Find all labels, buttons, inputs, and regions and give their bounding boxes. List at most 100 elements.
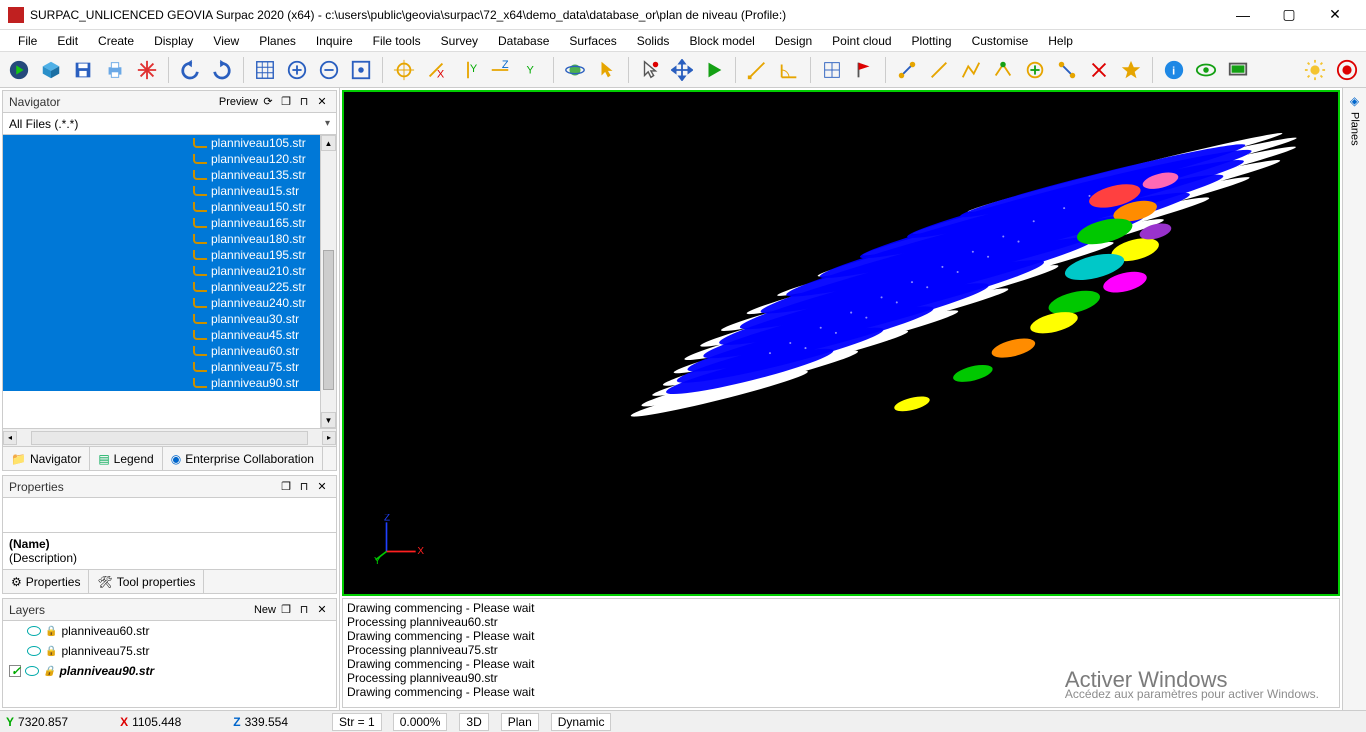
status-3d-button[interactable]: 3D <box>459 713 488 731</box>
tool-connect-icon[interactable] <box>1052 55 1082 85</box>
menu-blockmodel[interactable]: Block model <box>679 32 764 50</box>
tool-picker-icon[interactable] <box>635 55 665 85</box>
tool-ysection-icon[interactable]: Y <box>453 55 483 85</box>
statusbar: Y7320.857 X1105.448 Z339.554 Str = 1 0.0… <box>0 710 1366 732</box>
eye-icon[interactable] <box>25 666 39 676</box>
3d-viewport[interactable]: Z X Y <box>342 90 1340 596</box>
menu-solids[interactable]: Solids <box>627 32 680 50</box>
tool-info-icon[interactable]: i <box>1159 55 1189 85</box>
status-dynamic-button[interactable]: Dynamic <box>551 713 612 731</box>
pin-icon[interactable]: ⊓ <box>296 479 312 495</box>
preview-label[interactable]: Preview <box>219 96 258 108</box>
menu-design[interactable]: Design <box>765 32 822 50</box>
tool-burst-icon[interactable] <box>132 55 162 85</box>
tool-run-icon[interactable] <box>4 55 34 85</box>
tool-target-icon[interactable] <box>389 55 419 85</box>
tool-star-icon[interactable] <box>1116 55 1146 85</box>
tool-y2-icon[interactable]: Y <box>517 55 547 85</box>
lock-icon[interactable]: 🔒 <box>45 626 57 637</box>
tool-print-icon[interactable] <box>100 55 130 85</box>
tree-v-scrollbar[interactable]: ▲ ▼ <box>320 135 336 428</box>
menu-display[interactable]: Display <box>144 32 203 50</box>
tool-zoom-fit-icon[interactable] <box>346 55 376 85</box>
tab-collab[interactable]: ◉Enterprise Collaboration <box>163 447 323 470</box>
restore-icon[interactable]: ❐ <box>278 479 294 495</box>
minimize-button[interactable]: — <box>1220 0 1266 30</box>
tool-zoom-out-icon[interactable] <box>314 55 344 85</box>
tool-redo-icon[interactable] <box>207 55 237 85</box>
tool-grid2-icon[interactable] <box>817 55 847 85</box>
menu-survey[interactable]: Survey <box>431 32 488 50</box>
file-item: planniveau195.str <box>3 247 320 263</box>
menu-customise[interactable]: Customise <box>962 32 1039 50</box>
tree-h-scrollbar[interactable]: ◂ ▸ <box>3 428 336 446</box>
eye-icon[interactable] <box>27 646 41 656</box>
layer-item[interactable]: 🔒 planniveau60.str <box>3 621 336 641</box>
tool-pointer-icon[interactable] <box>592 55 622 85</box>
checkbox-icon[interactable]: ✓ <box>9 665 21 677</box>
menu-surfaces[interactable]: Surfaces <box>559 32 626 50</box>
tool-node-icon[interactable] <box>892 55 922 85</box>
status-plan-button[interactable]: Plan <box>501 713 539 731</box>
menu-help[interactable]: Help <box>1038 32 1083 50</box>
tool-orbit-icon[interactable] <box>560 55 590 85</box>
restore-icon[interactable]: ❐ <box>278 602 294 618</box>
pin-icon[interactable]: ⊓ <box>296 94 312 110</box>
tool-save-icon[interactable] <box>68 55 98 85</box>
tool-eye-icon[interactable] <box>1191 55 1221 85</box>
tool-pan-icon[interactable] <box>667 55 697 85</box>
tool-grid-icon[interactable] <box>250 55 280 85</box>
file-filter[interactable]: All Files (.*.*) ▾ <box>3 113 336 135</box>
tool-record-icon[interactable] <box>1332 55 1362 85</box>
tab-properties[interactable]: ⚙Properties <box>3 570 89 593</box>
menu-inquire[interactable]: Inquire <box>306 32 363 50</box>
menu-view[interactable]: View <box>203 32 249 50</box>
layer-item-active[interactable]: ✓ 🔒 planniveau90.str <box>3 661 336 681</box>
menu-edit[interactable]: Edit <box>47 32 88 50</box>
menu-planes[interactable]: Planes <box>249 32 306 50</box>
menu-file[interactable]: File <box>8 32 47 50</box>
tab-tool-properties[interactable]: 🛠Tool properties <box>89 570 204 593</box>
tool-xsection-icon[interactable]: X <box>421 55 451 85</box>
restore-icon[interactable]: ❐ <box>278 94 294 110</box>
tool-edge-icon[interactable] <box>924 55 954 85</box>
layers-list[interactable]: 🔒 planniveau60.str 🔒 planniveau75.str ✓ … <box>3 621 336 707</box>
new-layer-label[interactable]: New <box>254 604 276 616</box>
menu-plotting[interactable]: Plotting <box>902 32 962 50</box>
file-tree[interactable]: planniveau105.str planniveau120.str plan… <box>3 135 320 428</box>
tab-navigator[interactable]: 📁Navigator <box>3 447 90 470</box>
eye-icon[interactable] <box>27 626 41 636</box>
tool-cube-icon[interactable] <box>36 55 66 85</box>
status-str[interactable]: Str = 1 <box>332 713 382 731</box>
menu-create[interactable]: Create <box>88 32 144 50</box>
menu-database[interactable]: Database <box>488 32 559 50</box>
close-panel-icon[interactable]: ✕ <box>314 602 330 618</box>
layer-item[interactable]: 🔒 planniveau75.str <box>3 641 336 661</box>
close-panel-icon[interactable]: ✕ <box>314 479 330 495</box>
refresh-icon[interactable]: ⟳ <box>260 94 276 110</box>
tool-zoom-in-icon[interactable] <box>282 55 312 85</box>
close-button[interactable]: ✕ <box>1312 0 1358 30</box>
tool-vertex-icon[interactable] <box>988 55 1018 85</box>
tool-remove-icon[interactable] <box>1084 55 1114 85</box>
lock-icon[interactable]: 🔒 <box>43 666 55 677</box>
tool-undo-icon[interactable] <box>175 55 205 85</box>
tool-flag-icon[interactable] <box>849 55 879 85</box>
tool-play-icon[interactable] <box>699 55 729 85</box>
tool-zsection-icon[interactable]: Z <box>485 55 515 85</box>
tool-path-icon[interactable] <box>956 55 986 85</box>
close-panel-icon[interactable]: ✕ <box>314 94 330 110</box>
menu-filetools[interactable]: File tools <box>363 32 431 50</box>
maximize-button[interactable]: ▢ <box>1266 0 1312 30</box>
tool-addpoint-icon[interactable] <box>1020 55 1050 85</box>
menu-pointcloud[interactable]: Point cloud <box>822 32 901 50</box>
right-planes-tab[interactable]: ◈ Planes <box>1342 88 1366 710</box>
tab-legend[interactable]: ▤Legend <box>90 447 162 470</box>
tool-monitor-icon[interactable] <box>1223 55 1253 85</box>
lock-icon[interactable]: 🔒 <box>45 646 57 657</box>
tool-angle-icon[interactable] <box>774 55 804 85</box>
tool-sun-icon[interactable] <box>1300 55 1330 85</box>
console-log[interactable]: Drawing commencing - Please wait Process… <box>342 598 1340 708</box>
tool-measure-icon[interactable] <box>742 55 772 85</box>
pin-icon[interactable]: ⊓ <box>296 602 312 618</box>
